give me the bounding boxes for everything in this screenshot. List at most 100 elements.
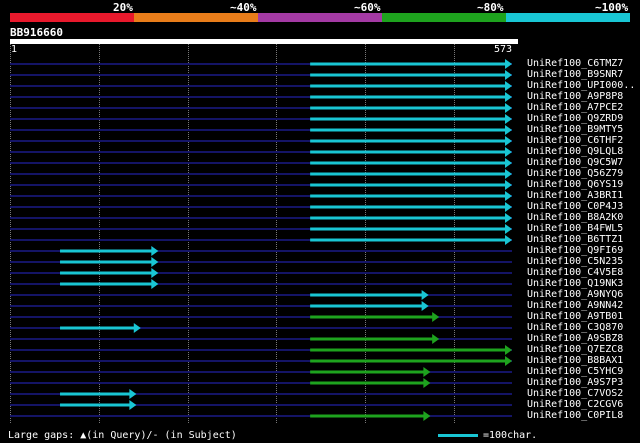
hit-label-link[interactable]: UniRef100_C7VOS2 [527, 388, 623, 399]
hit-label-link[interactable]: UniRef100_C3Q870 [527, 322, 623, 333]
hit-arrow [505, 136, 512, 146]
hit-label-link[interactable]: UniRef100_C5N235 [527, 256, 623, 267]
hit-bar[interactable] [310, 414, 425, 418]
hit-bar[interactable] [60, 271, 153, 275]
hit-arrow [505, 180, 512, 190]
hit-bar[interactable] [60, 403, 131, 407]
hit-bar[interactable] [310, 348, 506, 352]
gaps-legend: Large gaps: ▲(in Query)/- (in Subject) [8, 430, 237, 441]
hit-label-link[interactable]: UniRef100_C6TMZ7 [527, 58, 623, 69]
hit-label-link[interactable]: UniRef100_C5YHC9 [527, 366, 623, 377]
hit-arrow [151, 279, 159, 289]
hit-arrow [151, 257, 159, 267]
hit-label-link[interactable]: UniRef100_UPI000.. [527, 80, 635, 91]
hit-bar[interactable] [310, 183, 506, 187]
hit-arrow [129, 400, 137, 410]
hit-bar[interactable] [310, 370, 425, 374]
hit-arrow [151, 268, 159, 278]
hit-label-link[interactable]: UniRef100_Q7EZC8 [527, 344, 623, 355]
hit-label-link[interactable]: UniRef100_Q19NK3 [527, 278, 623, 289]
hit-bar[interactable] [60, 249, 153, 253]
hit-label-link[interactable]: UniRef100_B4FWL5 [527, 223, 623, 234]
hit-bar[interactable] [310, 293, 423, 297]
hit-label-link[interactable]: UniRef100_A9S7P3 [527, 377, 623, 388]
hit-bar[interactable] [310, 381, 425, 385]
hit-arrow [432, 312, 440, 322]
scale-label: =100char. [483, 430, 538, 441]
hit-bar[interactable] [310, 84, 506, 88]
hit-label-link[interactable]: UniRef100_A9NYQ6 [527, 289, 623, 300]
hit-label-link[interactable]: UniRef100_C0PIL8 [527, 410, 623, 421]
hit-bar[interactable] [60, 392, 131, 396]
hit-label-link[interactable]: UniRef100_Q9ZRD9 [527, 113, 623, 124]
hit-bar[interactable] [310, 117, 506, 121]
hit-label-link[interactable]: UniRef100_C0P4J3 [527, 201, 623, 212]
hit-label-link[interactable]: UniRef100_Q6YS19 [527, 179, 623, 190]
hit-arrow [505, 191, 512, 201]
hit-arrow [421, 290, 429, 300]
hit-arrow [505, 81, 512, 91]
hit-bar[interactable] [310, 62, 506, 66]
hit-bar[interactable] [310, 161, 506, 165]
hit-label-link[interactable]: UniRef100_B9SNR7 [527, 69, 623, 80]
hit-arrow [505, 125, 512, 135]
hit-arrow [505, 92, 512, 102]
hit-arrow [421, 301, 429, 311]
hit-arrow [432, 334, 440, 344]
hit-bar[interactable] [310, 216, 506, 220]
hit-arrow [133, 323, 141, 333]
hit-arrow [505, 356, 512, 366]
hit-label-link[interactable]: UniRef100_B9MTY5 [527, 124, 623, 135]
hit-arrow [505, 70, 512, 80]
scale-bar [438, 434, 478, 437]
hit-bar[interactable] [310, 337, 434, 341]
hit-bar[interactable] [60, 282, 153, 286]
hit-bar[interactable] [310, 128, 506, 132]
hit-label-link[interactable]: UniRef100_A9NN42 [527, 300, 623, 311]
hit-bar[interactable] [310, 172, 506, 176]
hit-label-link[interactable]: UniRef100_C2CGV6 [527, 399, 623, 410]
hit-label-link[interactable]: UniRef100_C4V5E8 [527, 267, 623, 278]
hit-bar[interactable] [310, 205, 506, 209]
hit-arrow [505, 235, 512, 245]
hit-arrow [505, 169, 512, 179]
hit-arrow [505, 345, 512, 355]
hit-bar[interactable] [310, 359, 506, 363]
hit-bar[interactable] [310, 139, 506, 143]
hit-bar[interactable] [310, 227, 506, 231]
hit-label-link[interactable]: UniRef100_B8BAX1 [527, 355, 623, 366]
hit-label-link[interactable]: UniRef100_Q9C5W7 [527, 157, 623, 168]
hit-arrow [423, 367, 431, 377]
hit-label-link[interactable]: UniRef100_A3BRI1 [527, 190, 623, 201]
hit-bar[interactable] [60, 260, 153, 264]
hit-bar[interactable] [60, 326, 135, 330]
hit-bar[interactable] [310, 106, 506, 110]
hit-arrow [423, 411, 431, 421]
hit-arrow [505, 213, 512, 223]
hit-label-link[interactable]: UniRef100_Q9FI69 [527, 245, 623, 256]
hit-bar[interactable] [310, 73, 506, 77]
hit-label-link[interactable]: UniRef100_Q9LQL8 [527, 146, 623, 157]
hit-label-link[interactable]: UniRef100_Q56Z79 [527, 168, 623, 179]
hit-label-link[interactable]: UniRef100_B6TTZ1 [527, 234, 623, 245]
hit-bar[interactable] [310, 194, 506, 198]
hit-arrow [505, 202, 512, 212]
hit-arrow [151, 246, 159, 256]
hit-label-link[interactable]: UniRef100_A9TB01 [527, 311, 623, 322]
hit-label-link[interactable]: UniRef100_A9SBZ8 [527, 333, 623, 344]
hit-label-link[interactable]: UniRef100_A9P8P8 [527, 91, 623, 102]
hit-bar[interactable] [310, 238, 506, 242]
hit-bar[interactable] [310, 150, 506, 154]
hit-label-link[interactable]: UniRef100_C6THF2 [527, 135, 623, 146]
hit-bar[interactable] [310, 304, 423, 308]
hit-arrow [505, 224, 512, 234]
hit-arrow [505, 103, 512, 113]
hit-label-link[interactable]: UniRef100_A7PCE2 [527, 102, 623, 113]
hit-bar[interactable] [310, 95, 506, 99]
hit-arrow [423, 378, 431, 388]
hit-arrow [505, 59, 512, 69]
hit-label-link[interactable]: UniRef100_B8A2K0 [527, 212, 623, 223]
hit-arrow [129, 389, 137, 399]
hit-arrow [505, 147, 512, 157]
hit-bar[interactable] [310, 315, 434, 319]
